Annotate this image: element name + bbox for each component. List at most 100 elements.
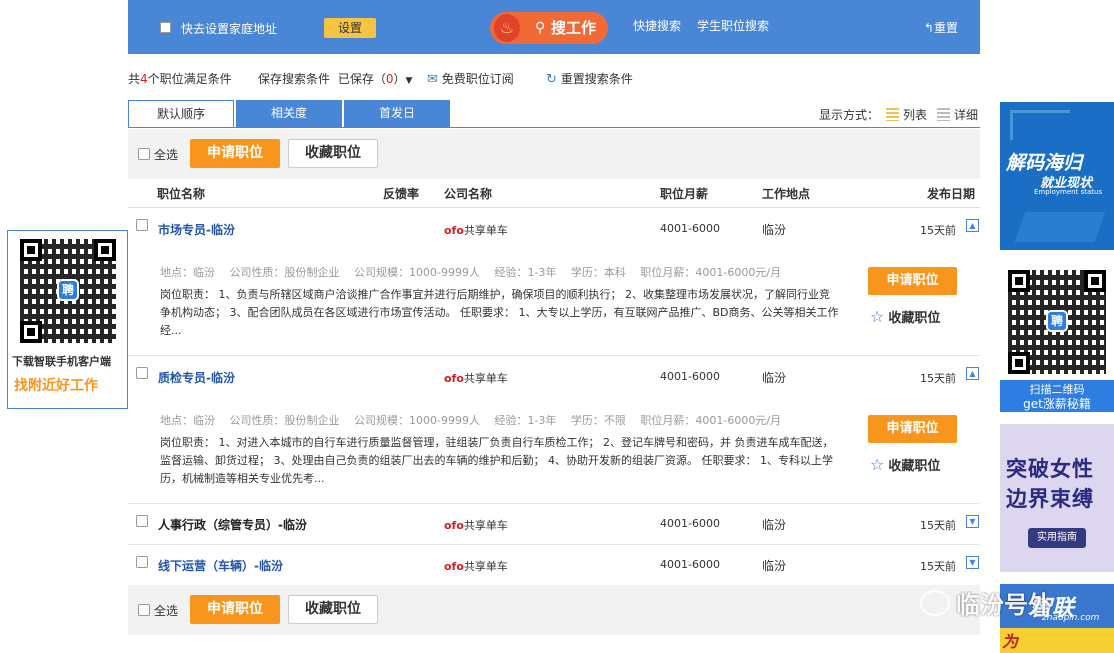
table-row: 人事行政（综管专员）-临汾 ofo共享单车 4001-6000 临汾 15天前 … — [128, 504, 980, 545]
result-count-prefix: 共 — [128, 72, 141, 86]
view-mode-label: 显示方式： — [819, 108, 880, 122]
result-count-suffix: 个职位满足条件 — [147, 72, 232, 86]
favorite-jobs-button[interactable]: 收藏职位 — [288, 595, 378, 624]
col-title: 职位名称 — [157, 187, 206, 201]
zhaopin-logo-icon: 聘 — [57, 279, 79, 301]
reset-link[interactable]: ↰重置 — [924, 19, 958, 36]
tab-first-posted[interactable]: 首发日 — [344, 100, 450, 128]
job-title-link[interactable]: 人事行政（综管专员）-临汾 — [158, 516, 307, 533]
ad-guide-button[interactable]: 实用指南 — [1028, 528, 1086, 548]
detail-icon — [937, 108, 950, 121]
bottom-toolbar: 全选 申请职位 收藏职位 — [128, 585, 980, 635]
set-address-button[interactable]: 设置 — [324, 18, 376, 38]
row-checkbox[interactable] — [136, 556, 148, 568]
watermark: 临汾号外 — [920, 585, 1080, 621]
job-salary: 4001-6000 — [660, 558, 720, 571]
search-jobs-button[interactable]: ♨ ⚲ 搜工作 — [490, 12, 608, 44]
favorite-jobs-button[interactable]: 收藏职位 — [288, 139, 378, 168]
star-icon: ☆ — [870, 455, 885, 474]
flame-icon: ♨ — [494, 14, 520, 42]
quick-search-link[interactable]: 快捷搜索 — [633, 17, 681, 34]
apply-job-button[interactable]: 申请职位 — [868, 415, 957, 443]
table-row: 市场专员-临汾 ofo共享单车 4001-6000 临汾 15天前 ▲ 地点：临… — [128, 208, 980, 356]
reset-icon: ↰ — [923, 21, 934, 35]
qr-slogan: 找附近好工作 — [14, 378, 98, 394]
select-all-label: 全选 — [154, 604, 179, 618]
ad-banner-returnees[interactable]: 解码海归 就业现状 Employment status — [1000, 102, 1114, 250]
ad-english: Employment status — [1034, 188, 1103, 196]
row-checkbox[interactable] — [136, 515, 148, 527]
search-button-label: 搜工作 — [551, 19, 597, 37]
row-checkbox[interactable] — [136, 367, 148, 379]
company-link[interactable]: ofo共享单车 — [444, 222, 508, 238]
apply-jobs-button[interactable]: 申请职位 — [190, 595, 280, 624]
save-search-label: 保存搜索条件 — [258, 72, 331, 86]
select-all-checkbox[interactable] — [138, 604, 150, 616]
search-bar: 快去设置家庭地址 设置 ♨ ⚲ 搜工作 快捷搜索 学生职位搜索 ↰重置 — [128, 0, 980, 54]
qr-caption: 下载智联手机客户端 — [12, 355, 111, 368]
job-date: 15天前 — [920, 560, 956, 573]
search-icon: ⚲ — [535, 20, 546, 36]
job-location: 临汾 — [762, 223, 787, 237]
favorite-job-button[interactable]: ☆ 收藏职位 — [870, 307, 940, 326]
home-address-label: 快去设置家庭地址 — [181, 22, 278, 36]
job-salary: 4001-6000 — [660, 370, 720, 383]
view-detail-label: 详细 — [954, 108, 979, 122]
subscribe-link[interactable]: ✉ 免费职位订阅 — [427, 70, 514, 87]
select-all-label: 全选 — [154, 148, 179, 162]
job-salary: 4001-6000 — [660, 517, 720, 530]
job-date: 15天前 — [920, 519, 956, 532]
app-download-qr[interactable]: 聘 下载智联手机客户端 找附近好工作 — [7, 230, 128, 409]
job-title-link[interactable]: 线下运营（车辆）-临汾 — [158, 557, 283, 574]
col-date: 发布日期 — [927, 187, 976, 201]
job-salary: 4001-6000 — [660, 222, 720, 235]
list-icon — [886, 108, 899, 121]
save-search[interactable]: 保存搜索条件 已保存（0）▼ — [258, 70, 412, 87]
expand-icon[interactable]: ▼ — [966, 556, 979, 569]
job-location: 临汾 — [762, 371, 787, 385]
expand-icon[interactable]: ▼ — [966, 515, 979, 528]
view-list-option[interactable]: 列表 — [886, 106, 927, 123]
col-company: 公司名称 — [444, 187, 493, 201]
tab-relevance[interactable]: 相关度 — [236, 100, 342, 128]
apply-job-button[interactable]: 申请职位 — [868, 267, 957, 295]
ad-headline: 突破女性 边界束缚 — [1006, 457, 1094, 511]
job-location: 临汾 — [762, 518, 787, 532]
job-title-link[interactable]: 质检专员-临汾 — [158, 369, 235, 386]
collapse-icon[interactable]: ▲ — [966, 367, 979, 380]
star-icon: ☆ — [870, 307, 885, 326]
apply-jobs-button[interactable]: 申请职位 — [190, 139, 280, 168]
tab-divider — [128, 127, 980, 128]
col-feedback-rate: 反馈率 — [383, 187, 420, 201]
view-detail-option[interactable]: 详细 — [937, 106, 978, 123]
ad-banner-women[interactable]: 突破女性 边界束缚 实用指南 — [1000, 424, 1114, 572]
company-link[interactable]: ofo共享单车 — [444, 558, 508, 574]
row-checkbox[interactable] — [136, 219, 148, 231]
refresh-icon: ↻ — [546, 72, 557, 87]
col-location: 工作地点 — [762, 187, 811, 201]
view-list-label: 列表 — [903, 108, 928, 122]
favorite-job-button[interactable]: ☆ 收藏职位 — [870, 455, 940, 474]
reset-conditions-label: 重置搜索条件 — [560, 72, 633, 86]
company-link[interactable]: ofo共享单车 — [444, 370, 508, 386]
job-description: 岗位职责： 1、负责与所辖区域商户洽谈推广合作事宜并进行后期维护，确保项目的顺利… — [160, 288, 839, 337]
tab-default-order[interactable]: 默认顺序 — [128, 100, 234, 128]
wechat-icon — [920, 590, 950, 616]
job-description: 岗位职责： 1、对进入本城市的自行车进行质量监督管理，驻组装厂负责自行车质检工作… — [160, 436, 834, 485]
student-search-link[interactable]: 学生职位搜索 — [697, 17, 769, 34]
subscribe-label: 免费职位订阅 — [441, 72, 514, 86]
job-date: 15天前 — [920, 224, 956, 237]
ad-bottom-text: 为 — [1002, 632, 1019, 651]
ad-banner-qr[interactable]: 聘 扫描二维码 get涨薪秘籍 — [1000, 262, 1114, 412]
company-link[interactable]: ofo共享单车 — [444, 517, 508, 533]
collapse-icon[interactable]: ▲ — [966, 219, 979, 232]
chevron-down-icon: ▼ — [405, 76, 413, 86]
ad-title: 解码海归 — [1006, 152, 1083, 174]
home-address-checkbox[interactable] — [160, 22, 171, 33]
select-all-checkbox[interactable] — [138, 148, 150, 160]
job-meta: 地点：临汾 公司性质：股份制企业 公司规模：1000-9999人 经验：1-3年… — [160, 266, 782, 279]
reset-conditions-link[interactable]: ↻ 重置搜索条件 — [546, 70, 633, 87]
top-toolbar: 全选 申请职位 收藏职位 — [128, 129, 980, 179]
job-meta: 地点：临汾 公司性质：股份制企业 公司规模：1000-9999人 经验：1-3年… — [160, 414, 782, 427]
job-title-link[interactable]: 市场专员-临汾 — [158, 221, 235, 238]
